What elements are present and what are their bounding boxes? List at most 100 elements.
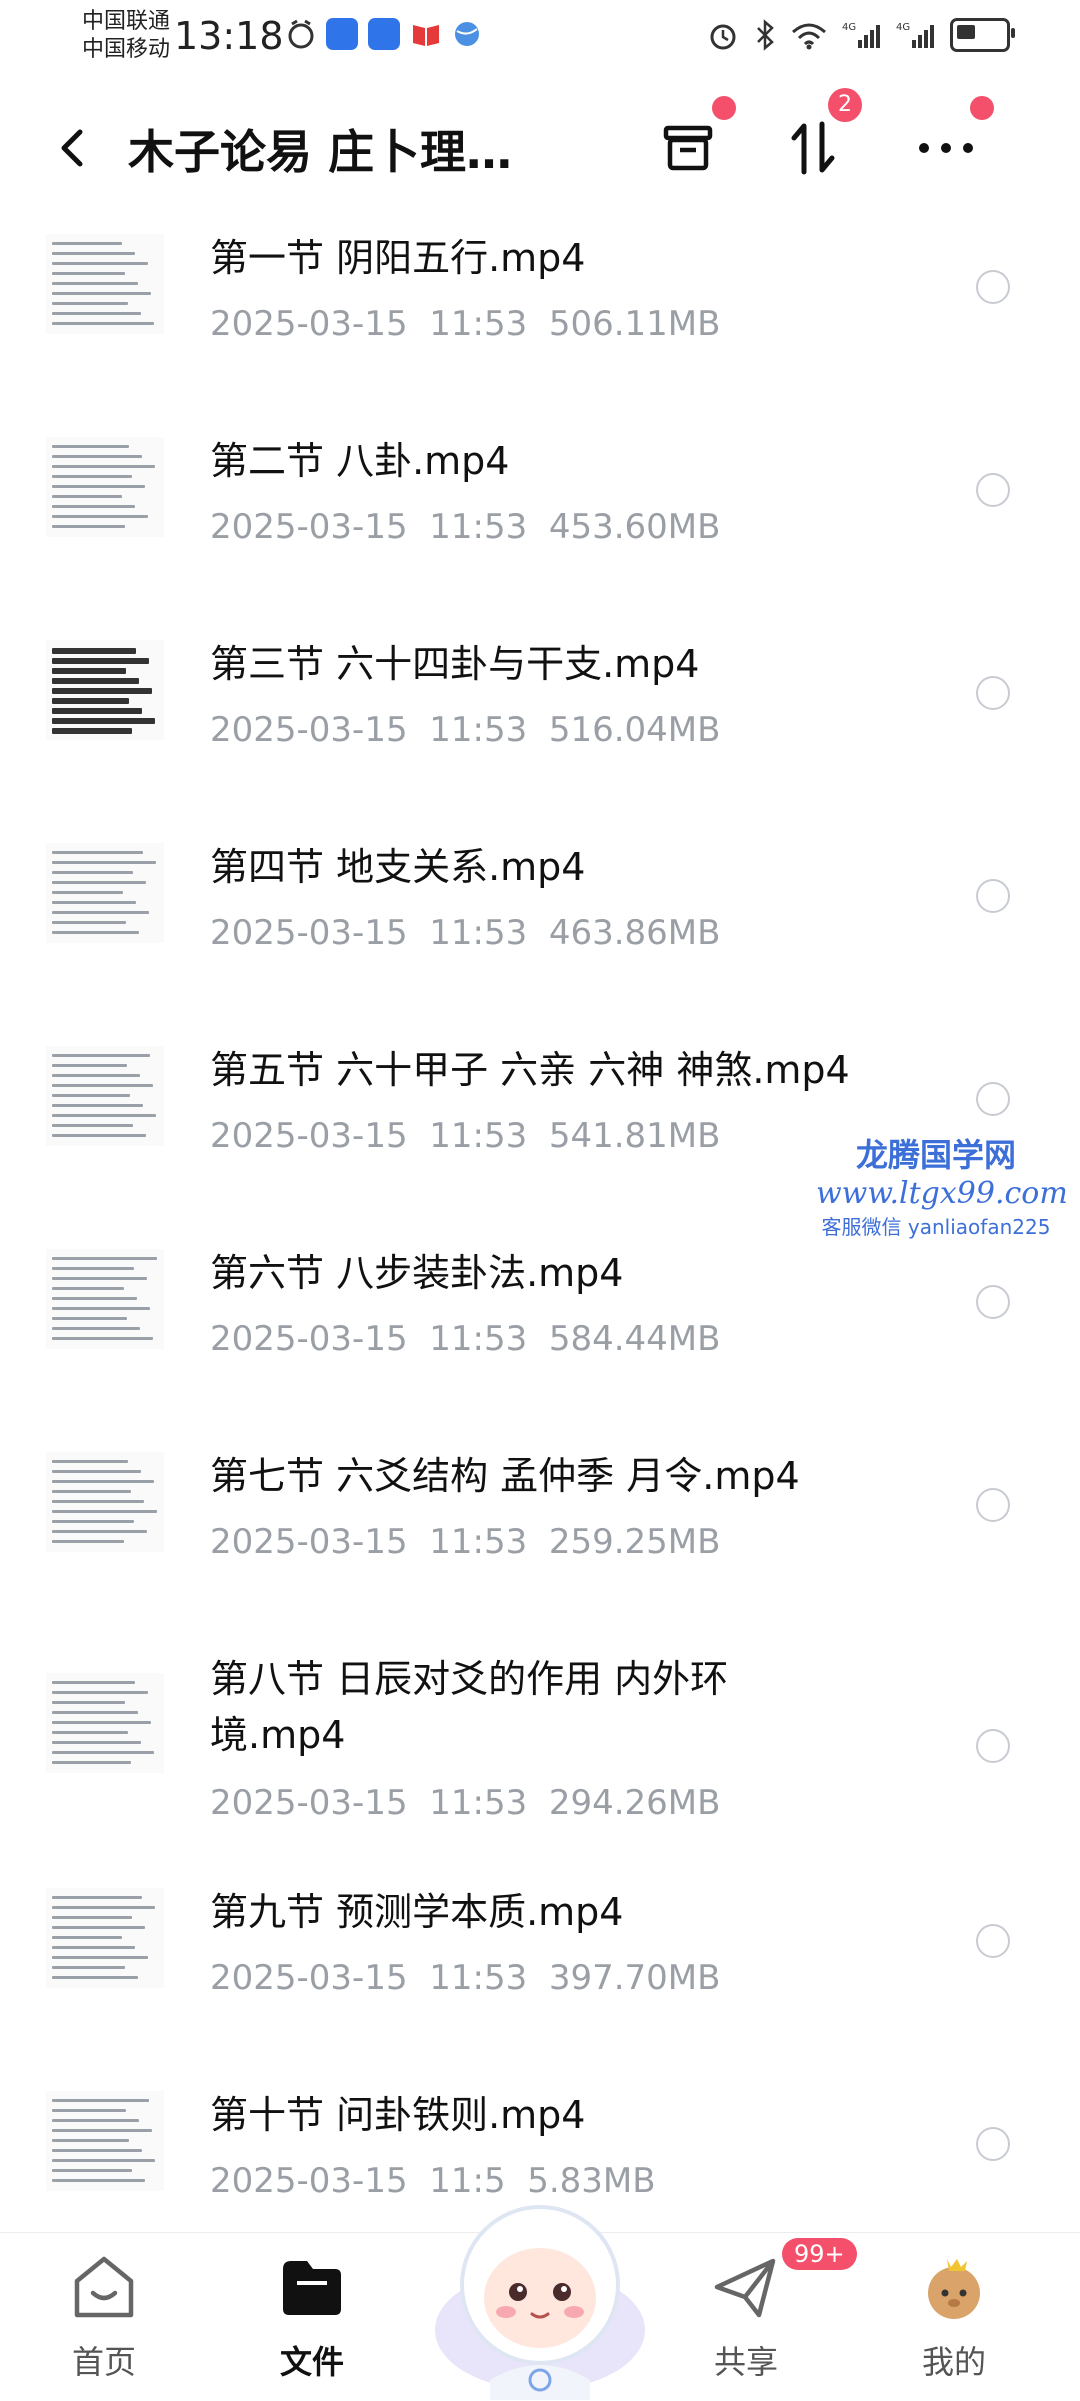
thumbnail-text-line [52, 911, 149, 914]
file-row[interactable]: 第二节 八卦.mp4 2025-03-15 11:53 453.60MB [0, 415, 1080, 618]
file-meta: 2025-03-15 11:53 516.04MB [210, 710, 720, 750]
more-notification-dot [970, 96, 994, 120]
thumbnail-text-line [52, 1946, 135, 1949]
file-meta: 2025-03-15 11:53 506.11MB [210, 304, 720, 344]
thumbnail-text-line [52, 525, 125, 528]
watermark-contact: 客服微信 yanliaofan225 [821, 1215, 1051, 1239]
select-radio[interactable] [976, 1488, 1010, 1522]
thumbnail-text-line [52, 1761, 131, 1764]
file-date: 2025-03-15 [210, 1116, 408, 1156]
select-radio[interactable] [976, 879, 1010, 913]
thumbnail-text-line [52, 1906, 155, 1909]
nav-share-label: 共享 [713, 2343, 778, 2381]
thumbnail-text-line [52, 1510, 157, 1513]
select-radio[interactable] [976, 473, 1010, 507]
file-date: 2025-03-15 [210, 1522, 408, 1562]
thumbnail-text-line [52, 1701, 125, 1704]
globe-notification-icon [455, 22, 479, 46]
file-thumbnail [46, 1046, 164, 1146]
select-radio[interactable] [976, 1285, 1010, 1319]
thumbnail-text-line [52, 475, 132, 478]
file-date: 2025-03-15 [210, 1319, 408, 1359]
thumbnail-text-line [52, 1520, 134, 1523]
back-arrow-icon[interactable] [52, 118, 92, 178]
file-row[interactable]: 第九节 预测学本质.mp4 2025-03-15 11:53 397.70MB [0, 1866, 1080, 2069]
thumbnail-text-line [52, 1134, 146, 1137]
thumbnail-text-line [52, 1916, 132, 1919]
thumbnail-text-line [52, 1711, 138, 1714]
file-thumbnail [46, 2091, 164, 2191]
file-size: 541.81MB [548, 1116, 721, 1156]
file-row[interactable]: 第六节 八步装卦法.mp4 2025-03-15 11:53 584.44MB [0, 1227, 1080, 1430]
thumbnail-text-line [52, 1337, 153, 1340]
nav-share[interactable]: 共享 [676, 2253, 816, 2383]
file-meta: 2025-03-15 11:53 259.25MB [210, 1522, 720, 1562]
transfer-button[interactable]: 2 [774, 88, 862, 188]
clock: 13:18 [174, 14, 284, 58]
thumbnail-text-line [52, 1114, 156, 1117]
file-row[interactable]: 第四节 地支关系.mp4 2025-03-15 11:53 463.86MB [0, 821, 1080, 1024]
file-thumbnail [46, 1452, 164, 1552]
nav-mine[interactable]: 我的 [884, 2253, 1024, 2383]
nav-files-label: 文件 [279, 2343, 344, 2381]
file-size: 294.26MB [548, 1783, 721, 1823]
file-date: 2025-03-15 [210, 710, 408, 750]
file-name: 第五节 六十甲子 六亲 六神 神煞.mp4 [210, 1048, 850, 1092]
file-row[interactable]: 第一节 阴阳五行.mp4 2025-03-15 11:53 506.11MB [0, 212, 1080, 415]
bluetooth-icon [757, 19, 774, 51]
file-meta: 2025-03-15 11:53 463.86MB [210, 913, 720, 953]
nav-files[interactable]: 文件 [242, 2253, 382, 2383]
thumbnail-text-line [52, 2159, 155, 2162]
file-meta: 2025-03-15 11:53 584.44MB [210, 1319, 720, 1359]
file-date: 2025-03-15 [210, 2161, 408, 2201]
thumbnail-text-line [52, 1966, 125, 1969]
select-radio[interactable] [976, 1729, 1010, 1763]
file-time: 11:53 [429, 507, 528, 547]
thumbnail-text-line [52, 1287, 124, 1290]
file-row[interactable]: 第三节 六十四卦与干支.mp4 2025-03-15 11:53 516.04M… [0, 618, 1080, 821]
thumbnail-text-line [52, 302, 128, 305]
thumbnail-text-line [52, 1751, 154, 1754]
file-meta: 2025-03-15 11:53 294.26MB [210, 1783, 720, 1823]
archive-button[interactable] [648, 96, 736, 188]
thumbnail-text-line [52, 1257, 157, 1260]
file-row[interactable]: 第七节 六爻结构 孟仲季 月令.mp4 2025-03-15 11:53 259… [0, 1430, 1080, 1633]
select-radio[interactable] [976, 2127, 1010, 2161]
select-radio[interactable] [976, 270, 1010, 304]
file-thumbnail [46, 640, 164, 740]
thumbnail-text-line [52, 322, 154, 325]
thumbnail-text-line [52, 1317, 127, 1320]
alarm-notification-icon [288, 19, 314, 49]
signal-4g-icon: 4G [842, 22, 880, 48]
thumbnail-text-line [52, 455, 142, 458]
file-size: 506.11MB [548, 304, 721, 344]
more-button[interactable] [906, 96, 994, 188]
file-thumbnail [46, 843, 164, 943]
thumbnail-text-line [52, 2099, 149, 2102]
select-radio[interactable] [976, 1082, 1010, 1116]
thumbnail-text-line [52, 1896, 142, 1899]
file-time: 11:53 [429, 1116, 528, 1156]
thumbnail-text-line [52, 1500, 144, 1503]
nav-home[interactable]: 首页 [34, 2253, 174, 2383]
file-meta: 2025-03-15 11:53 397.70MB [210, 1958, 720, 1998]
thumbnail-text-line [52, 465, 155, 468]
archive-notification-dot [712, 96, 736, 120]
thumbnail-text-line [52, 678, 139, 684]
wifi-icon [792, 23, 826, 50]
select-radio[interactable] [976, 676, 1010, 710]
svg-text:4G: 4G [842, 22, 856, 33]
thumbnail-text-line [52, 1976, 138, 1979]
system-icons: 4G 4G [706, 18, 1015, 52]
select-radio[interactable] [976, 1924, 1010, 1958]
file-time: 11:53 [429, 1522, 528, 1562]
thumbnail-text-line [52, 648, 136, 654]
thumbnail-text-line [52, 1480, 154, 1483]
mascot-assistant-icon[interactable] [430, 2180, 650, 2400]
file-row[interactable]: 第八节 日辰对爻的作用 内外环境.mp4 2025-03-15 11:53 29… [0, 1633, 1080, 1866]
file-list: 第一节 阴阳五行.mp4 2025-03-15 11:53 506.11MB 第… [0, 212, 1080, 2272]
more-icon [919, 143, 973, 153]
thumbnail-text-line [52, 1074, 140, 1077]
thumbnail-text-line [52, 1530, 147, 1533]
thumbnail-text-line [52, 658, 149, 664]
